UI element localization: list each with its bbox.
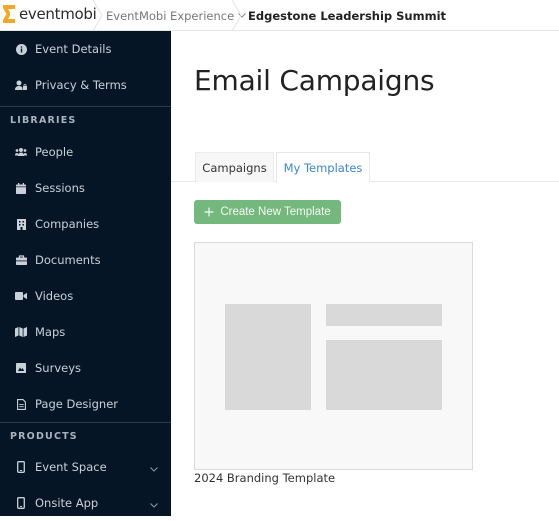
sidebar-divider bbox=[0, 106, 171, 107]
eventmobi-logo-icon bbox=[2, 4, 16, 24]
main-content: Email Campaigns Campaigns My Templates C… bbox=[171, 31, 559, 516]
mobile-icon bbox=[15, 497, 27, 509]
chevron-down-icon[interactable] bbox=[150, 497, 158, 511]
user-lock-icon bbox=[15, 79, 27, 91]
info-circle-icon bbox=[15, 43, 27, 55]
poll-icon bbox=[15, 362, 27, 374]
users-icon bbox=[15, 146, 27, 158]
logo-text: eventmobi bbox=[19, 5, 97, 23]
sidebar-item-label: Maps bbox=[35, 325, 66, 339]
sidebar-item-maps[interactable]: Maps bbox=[0, 314, 171, 350]
sidebar-item-label: Surveys bbox=[35, 361, 81, 375]
sidebar-item-label: Page Designer bbox=[35, 397, 119, 411]
sidebar-item-page-designer[interactable]: Page Designer bbox=[0, 386, 171, 422]
sidebar-item-event-space[interactable]: Event Space bbox=[0, 449, 171, 485]
file-icon bbox=[15, 398, 27, 410]
sidebar-item-label: People bbox=[35, 145, 74, 159]
breadcrumb-workspace-dropdown[interactable]: EventMobi Experience bbox=[106, 0, 247, 31]
sidebar-item-label: Videos bbox=[35, 289, 74, 303]
create-button-label: Create New Template bbox=[220, 206, 331, 218]
template-name[interactable]: 2024 Branding Template bbox=[194, 471, 335, 485]
template-placeholder-block bbox=[326, 304, 442, 326]
breadcrumb-event-label: Edgestone Leadership Summit bbox=[248, 8, 447, 23]
calendar-icon bbox=[15, 182, 27, 194]
sidebar-item-people[interactable]: People bbox=[0, 134, 171, 170]
sidebar-item-privacy-terms[interactable]: Privacy & Terms bbox=[0, 67, 171, 103]
tab-label: My Templates bbox=[283, 160, 363, 175]
sidebar-item-event-details[interactable]: Event Details bbox=[0, 31, 171, 67]
video-camera-icon bbox=[15, 290, 27, 302]
breadcrumb-workspace-label: EventMobi Experience bbox=[106, 8, 235, 23]
eventmobi-logo[interactable]: eventmobi bbox=[2, 3, 97, 25]
building-icon bbox=[15, 218, 27, 230]
sidebar-item-surveys[interactable]: Surveys bbox=[0, 350, 171, 386]
sidebar-item-label: Sessions bbox=[35, 181, 85, 195]
breadcrumb-separator bbox=[92, 0, 104, 31]
breadcrumb-separator bbox=[231, 0, 243, 31]
sidebar-item-companies[interactable]: Companies bbox=[0, 206, 171, 242]
sidebar: Event Details Privacy & Terms LIBRARIES … bbox=[0, 31, 171, 516]
tab-my-templates[interactable]: My Templates bbox=[276, 152, 370, 183]
sidebar-item-label: Event Space bbox=[35, 460, 107, 474]
sidebar-item-videos[interactable]: Videos bbox=[0, 278, 171, 314]
section-heading-products: PRODUCTS bbox=[10, 431, 78, 442]
create-new-template-button[interactable]: Create New Template bbox=[194, 200, 341, 224]
sidebar-item-label: Companies bbox=[35, 217, 100, 231]
sidebar-item-label: Event Details bbox=[35, 42, 112, 56]
section-heading-libraries: LIBRARIES bbox=[10, 115, 77, 126]
chevron-down-icon[interactable] bbox=[150, 461, 158, 475]
template-placeholder-block bbox=[326, 340, 442, 410]
sidebar-divider bbox=[0, 422, 171, 423]
sidebar-item-label: Documents bbox=[35, 253, 101, 267]
plus-icon bbox=[204, 205, 214, 219]
tab-bar: Campaigns My Templates bbox=[171, 152, 559, 183]
sidebar-item-label: Onsite App bbox=[35, 496, 99, 510]
map-icon bbox=[15, 326, 27, 338]
briefcase-icon bbox=[15, 254, 27, 266]
breadcrumb-event[interactable]: Edgestone Leadership Summit bbox=[248, 0, 446, 31]
tab-label: Campaigns bbox=[202, 160, 267, 175]
page-title: Email Campaigns bbox=[194, 64, 435, 97]
top-bar: eventmobi EventMobi Experience Edgestone… bbox=[0, 0, 559, 31]
sidebar-item-label: Privacy & Terms bbox=[35, 78, 127, 92]
mobile-icon bbox=[15, 461, 27, 473]
template-placeholder-block bbox=[225, 304, 311, 410]
template-card-thumbnail[interactable] bbox=[194, 242, 473, 470]
tab-campaigns[interactable]: Campaigns bbox=[195, 152, 274, 182]
sidebar-item-sessions[interactable]: Sessions bbox=[0, 170, 171, 206]
sidebar-item-documents[interactable]: Documents bbox=[0, 242, 171, 278]
